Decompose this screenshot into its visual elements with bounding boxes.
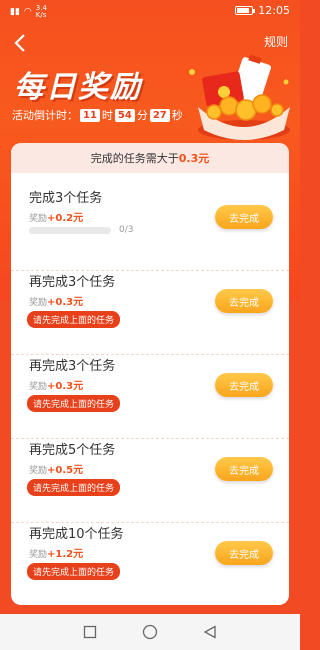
task-title: 再完成5个任务: [29, 443, 116, 458]
locked-tag: 请先完成上面的任务: [27, 311, 121, 328]
locked-tag: 请先完成上面的任务: [27, 479, 121, 496]
go-complete-button[interactable]: 去完成: [215, 541, 273, 565]
task-reward: 奖励+0.5元: [29, 461, 83, 476]
recent-apps-icon[interactable]: [83, 625, 97, 639]
countdown-hours: 11: [80, 108, 100, 122]
task-title: 再完成3个任务: [29, 359, 116, 374]
reward-label: 奖励: [29, 214, 48, 224]
chevron-left-icon: [14, 34, 25, 52]
gift-box-illustration: [189, 54, 290, 140]
task-title: 再完成3个任务: [29, 275, 116, 290]
task-reward: 奖励+0.3元: [29, 293, 83, 308]
go-complete-button[interactable]: 去完成: [215, 373, 273, 397]
task-item: 再完成10个任务 奖励+1.2元 请先完成上面的任务 去完成: [11, 523, 289, 605]
go-complete-button[interactable]: 去完成: [215, 205, 273, 229]
back-nav-icon[interactable]: [203, 625, 217, 639]
task-reward: 奖励+0.2元: [29, 209, 83, 224]
notice-amount: 0.3元: [178, 152, 210, 165]
countdown-minutes-unit: 分: [136, 109, 148, 122]
notice-text: 完成的任务需大于: [90, 152, 179, 165]
signal-icon: ▮▮: [10, 7, 20, 17]
status-bar: ▮▮ ◠ 3.4 K/s 12:05: [0, 0, 300, 24]
reward-value: +0.2元: [47, 213, 84, 224]
go-complete-button[interactable]: 去完成: [215, 457, 273, 481]
reward-label: 奖励: [29, 550, 48, 560]
home-icon[interactable]: [142, 624, 158, 640]
task-progress-bar: [29, 227, 111, 234]
notice-bar: 完成的任务需大于 0.3元: [11, 143, 289, 173]
progress-text: 0/3: [119, 225, 134, 235]
task-item: 再完成3个任务 奖励+0.3元 请先完成上面的任务 去完成: [11, 271, 289, 355]
reward-value: +1.2元: [47, 549, 84, 560]
page-title: 每日奖励: [14, 70, 142, 105]
task-item: 再完成5个任务 奖励+0.5元 请先完成上面的任务 去完成: [11, 439, 289, 523]
reward-label: 奖励: [29, 466, 48, 476]
countdown-minutes: 54: [114, 108, 135, 122]
countdown: 活动倒计时： 11 时 54 分 27 秒: [12, 107, 183, 123]
go-complete-button[interactable]: 去完成: [215, 289, 273, 313]
task-item: 再完成3个任务 奖励+0.3元 请先完成上面的任务 去完成: [11, 355, 289, 439]
clock: 12:05: [258, 4, 290, 17]
reward-label: 奖励: [29, 298, 48, 308]
task-card: 完成的任务需大于 0.3元 完成3个任务 奖励+0.2元 0/3 去完成 再完成…: [11, 143, 289, 605]
reward-label: 奖励: [29, 382, 48, 392]
battery-icon: [235, 6, 256, 15]
network-speed: 3.4 K/s: [35, 4, 47, 19]
wifi-icon: ◠: [23, 7, 32, 17]
countdown-hours-unit: 时: [101, 109, 113, 122]
task-reward: 奖励+1.2元: [29, 545, 83, 560]
countdown-seconds-unit: 秒: [171, 109, 183, 122]
task-item: 完成3个任务 奖励+0.2元 0/3 去完成: [11, 187, 289, 271]
reward-value: +0.3元: [47, 381, 84, 392]
task-title: 完成3个任务: [29, 191, 103, 206]
countdown-label: 活动倒计时：: [12, 109, 78, 122]
task-reward: 奖励+0.3元: [29, 377, 83, 392]
countdown-seconds: 27: [149, 108, 170, 122]
back-button[interactable]: [10, 32, 32, 54]
locked-tag: 请先完成上面的任务: [27, 395, 121, 412]
reward-value: +0.3元: [47, 297, 84, 308]
task-title: 再完成10个任务: [29, 527, 124, 542]
reward-value: +0.5元: [47, 465, 84, 476]
locked-tag: 请先完成上面的任务: [27, 563, 121, 580]
rules-button[interactable]: 规则: [264, 33, 288, 50]
system-nav-bar: [0, 614, 300, 650]
